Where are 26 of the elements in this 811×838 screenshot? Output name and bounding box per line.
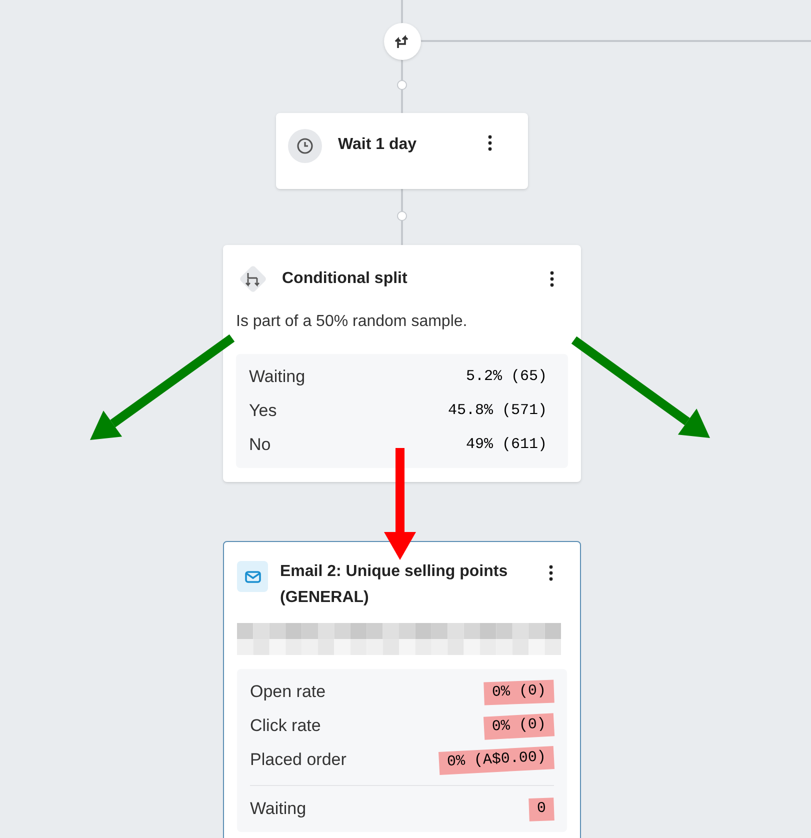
stat-value: 0% (0) [484,680,554,704]
stat-label: Waiting [249,366,306,388]
stat-label: Waiting [250,798,306,820]
stat-label: Yes [249,400,277,422]
stat-label: No [249,434,271,456]
clock-icon [296,137,314,155]
envelope-icon [244,568,262,584]
more-options-icon[interactable] [550,271,554,287]
stat-value: 5.2% (65) [464,366,548,387]
stat-value: 0% (A$0.00) [438,746,554,774]
more-options-icon[interactable] [488,135,492,151]
stat-value: 0% (0) [483,712,555,740]
email-step-card[interactable]: Email 2: Unique selling points (GENERAL) Open rate 0% (0) Click rate 0% (0) Placed order 0% (A$0.00) Waiting 0 [223,541,581,838]
stat-value: 0 [528,797,554,821]
stat-value: 45.8% (571) [446,400,548,421]
stat-value: 49% (611) [464,434,548,455]
stat-label: Click rate [250,715,321,738]
stat-label: Open rate [250,681,326,704]
step-title: Email 2: Unique selling points (GENERAL) [280,562,509,608]
step-title: Conditional split [282,269,408,289]
condition-description: Is part of a 50% random sample. [236,312,468,332]
stat-label: Placed order [250,749,346,772]
step-title: Wait 1 day [338,135,418,155]
split-step-card[interactable]: Conditional split Is part of a 50% random sample. Waiting 5.2% (65) Yes 45.8% (571) No 49% (611) [223,245,581,482]
wait-step-card[interactable]: Wait 1 day [276,113,528,189]
more-options-icon[interactable] [549,565,553,581]
